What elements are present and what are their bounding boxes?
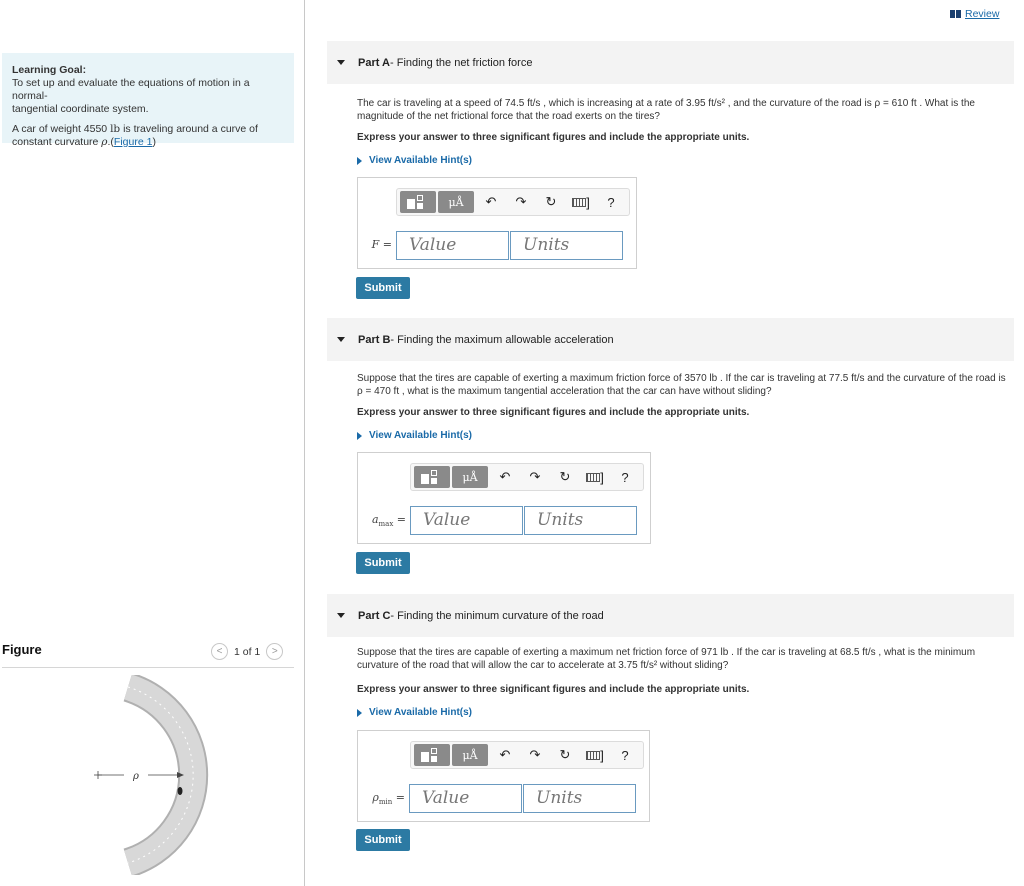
part-b-units-input[interactable]: Units: [524, 506, 637, 535]
part-a-submit-button[interactable]: Submit: [356, 277, 410, 299]
part-c-collapse-icon: [337, 613, 345, 618]
part-c-answer-box: μÅ ↶ ↷ ↻ ] ? ρmin = Value Units: [357, 730, 650, 822]
part-c-submit-button[interactable]: Submit: [356, 829, 410, 851]
part-a-units-input[interactable]: Units: [510, 231, 623, 260]
part-a-question: The car is traveling at a speed of 74.5 …: [357, 98, 975, 122]
learning-goal-box: Learning Goal: To set up and evaluate th…: [2, 53, 294, 148]
figure-counter: 1 of 1: [234, 645, 261, 658]
reset-icon[interactable]: ↻: [550, 469, 580, 485]
undo-icon[interactable]: ↶: [476, 194, 506, 210]
part-c-title: - Finding the minimum curvature of the r…: [390, 609, 604, 622]
part-a-equation-row: F = Value Units: [366, 231, 623, 260]
part-c-instruction: Express your answer to three significant…: [357, 684, 750, 695]
figure-title: Figure: [2, 642, 42, 657]
part-a-title: - Finding the net friction force: [390, 56, 533, 69]
part-a-label: Part A: [358, 56, 390, 69]
part-c-header[interactable]: Part C - Finding the minimum curvature o…: [327, 594, 1014, 637]
part-a-value-input[interactable]: Value: [396, 231, 509, 260]
part-b-submit-button[interactable]: Submit: [356, 552, 410, 574]
keyboard-icon[interactable]: ]: [580, 470, 610, 485]
part-b-header[interactable]: Part B - Finding the maximum allowable a…: [327, 318, 1014, 361]
template-icon: [421, 748, 443, 762]
keyboard-icon[interactable]: ]: [580, 748, 610, 763]
redo-icon[interactable]: ↷: [520, 469, 550, 485]
units-symbol-button[interactable]: μÅ: [452, 744, 488, 766]
undo-icon[interactable]: ↶: [490, 747, 520, 763]
road-curve-figure: ρ: [94, 675, 209, 875]
units-symbol-button[interactable]: μÅ: [438, 191, 474, 213]
reset-icon[interactable]: ↻: [550, 747, 580, 763]
part-c-hint-toggle[interactable]: View Available Hint(s): [357, 707, 472, 718]
learning-goal-line-2: tangential coordinate system.: [12, 103, 149, 115]
figure-link[interactable]: Figure 1: [114, 136, 153, 148]
review-link[interactable]: Review: [950, 8, 999, 20]
template-button[interactable]: [400, 191, 436, 213]
part-b-answer-box: μÅ ↶ ↷ ↻ ] ? amax = Value Units: [357, 452, 651, 544]
part-b-equation-row: amax = Value Units: [366, 506, 637, 535]
part-b-question: Suppose that the tires are capable of ex…: [357, 373, 1006, 397]
part-c-hint-label: View Available Hint(s): [369, 707, 472, 718]
figure-next-button[interactable]: >: [266, 643, 284, 660]
panel-divider: [304, 0, 305, 886]
part-a-variable: F =: [371, 237, 392, 251]
figure-divider: [2, 667, 294, 668]
part-c-value-input[interactable]: Value: [409, 784, 522, 813]
part-c-units-input[interactable]: Units: [523, 784, 636, 813]
part-a-hint-label: View Available Hint(s): [369, 155, 472, 166]
help-icon[interactable]: ?: [610, 470, 640, 485]
problem-statement: A car of weight 4550 lb is traveling aro…: [12, 123, 258, 148]
keyboard-icon[interactable]: ]: [566, 195, 596, 210]
undo-icon[interactable]: ↶: [490, 469, 520, 485]
part-c-label: Part C: [358, 609, 391, 622]
reset-icon[interactable]: ↻: [536, 194, 566, 210]
template-button[interactable]: [414, 466, 450, 488]
template-icon: [421, 470, 443, 484]
part-b-instruction: Express your answer to three significant…: [357, 407, 750, 418]
part-c-equation-row: ρmin = Value Units: [366, 784, 636, 813]
part-c-variable: ρmin =: [372, 790, 405, 807]
review-label: Review: [965, 8, 1000, 20]
car-marker: [177, 787, 183, 795]
part-a-answer-box: μÅ ↶ ↷ ↻ ] ? F = Value Units: [357, 177, 637, 269]
help-icon[interactable]: ?: [610, 748, 640, 763]
part-a-collapse-icon: [337, 60, 345, 65]
expand-icon: [357, 156, 362, 165]
expand-icon: [357, 431, 362, 440]
template-icon: [407, 195, 429, 209]
redo-icon[interactable]: ↷: [520, 747, 550, 763]
part-b-hint-toggle[interactable]: View Available Hint(s): [357, 430, 472, 441]
figure-prev-button[interactable]: <: [211, 643, 228, 660]
learning-goal-title: Learning Goal:: [12, 64, 87, 76]
figure-nav: < 1 of 1 >: [211, 643, 284, 660]
part-c-math-toolbar: μÅ ↶ ↷ ↻ ] ?: [410, 741, 644, 769]
part-b-label: Part B: [358, 333, 391, 346]
help-icon[interactable]: ?: [596, 195, 626, 210]
part-b-value-input[interactable]: Value: [410, 506, 523, 535]
part-b-collapse-icon: [337, 337, 345, 342]
part-c-question: Suppose that the tires are capable of ex…: [357, 647, 976, 671]
part-a-hint-toggle[interactable]: View Available Hint(s): [357, 155, 472, 166]
learning-goal-line-1: To set up and evaluate the equations of …: [12, 77, 250, 102]
part-a-instruction: Express your answer to three significant…: [357, 132, 750, 143]
part-a-header[interactable]: Part A - Finding the net friction force: [327, 41, 1014, 84]
part-b-hint-label: View Available Hint(s): [369, 430, 472, 441]
redo-icon[interactable]: ↷: [506, 194, 536, 210]
part-b-variable: amax =: [371, 512, 406, 529]
part-b-math-toolbar: μÅ ↶ ↷ ↻ ] ?: [410, 463, 644, 491]
book-icon: [950, 10, 961, 18]
part-a-math-toolbar: μÅ ↶ ↷ ↻ ] ?: [396, 188, 630, 216]
figure-rho-label: ρ: [132, 771, 139, 782]
template-button[interactable]: [414, 744, 450, 766]
units-symbol-button[interactable]: μÅ: [452, 466, 488, 488]
part-b-title: - Finding the maximum allowable accelera…: [390, 333, 614, 346]
expand-icon: [357, 708, 362, 717]
